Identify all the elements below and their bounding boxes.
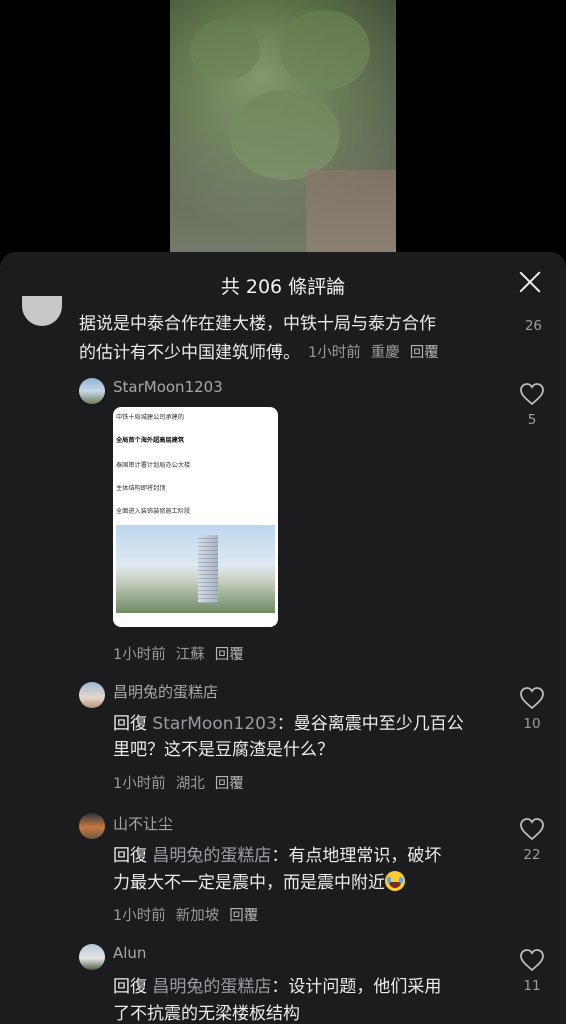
comment-location: 新加坡 — [175, 908, 220, 924]
video-preview[interactable] — [170, 0, 396, 252]
heart-outline-icon — [520, 818, 544, 841]
avatar[interactable] — [22, 296, 62, 326]
reply-button[interactable]: 回覆 — [229, 908, 258, 924]
like-button[interactable]: 5 — [510, 382, 554, 428]
comment-text: 据说是中泰合作在建大楼，中铁十局与泰方合作 — [79, 314, 436, 334]
comment-meta: 1小时前 江蘇 回覆 — [113, 643, 254, 664]
comment-location: 江蘇 — [175, 647, 205, 663]
avatar[interactable] — [79, 682, 105, 708]
like-button[interactable]: 10 — [510, 686, 554, 732]
tower — [198, 535, 218, 603]
heart-outline-icon — [520, 383, 544, 406]
comment-meta: 1小时前 湖北 回覆 — [113, 772, 254, 793]
comment-text: 回復 昌明兔的蛋糕店：有点地理常识，破坏 — [113, 846, 442, 866]
avatar[interactable] — [79, 378, 105, 404]
like-count: 5 — [527, 412, 537, 428]
comment-time: 1小时前 — [113, 908, 166, 924]
comment-location: 重慶 — [370, 345, 400, 361]
mention[interactable]: 昌明兔的蛋糕店 — [152, 846, 271, 866]
comment-time: 1小时前 — [308, 345, 361, 361]
like-button[interactable]: 22 — [510, 817, 554, 863]
image-caption-line: 全面进入装饰装修施工阶段 — [116, 508, 191, 515]
username[interactable]: 山不让尘 — [113, 813, 173, 834]
heart-outline-icon — [520, 687, 544, 710]
mention[interactable]: 昌明兔的蛋糕店 — [152, 977, 271, 997]
comment-location: 湖北 — [175, 776, 205, 792]
comment-text-cont: 了不抗震的无梁楼板结构 — [113, 1004, 300, 1024]
username[interactable]: Alun — [113, 944, 146, 962]
like-button[interactable]: 11 — [510, 948, 554, 994]
like-count: 22 — [523, 847, 541, 863]
like-count: 10 — [523, 716, 541, 732]
reply-button[interactable]: 回覆 — [215, 647, 244, 663]
comments-count-title: 共 206 條評論 — [220, 276, 346, 298]
reply-button[interactable]: 回覆 — [410, 345, 439, 361]
username[interactable]: 昌明兔的蛋糕店 — [113, 681, 218, 702]
crying-laughing-emoji-icon — [385, 871, 405, 891]
avatar[interactable] — [79, 813, 105, 839]
image-caption-line: 全局首个海外超高层建筑 — [116, 437, 185, 444]
image-caption-line: 泰国审计署计划局办公大楼 — [116, 462, 191, 469]
comment-text-cont: 里吧？这不是豆腐渣是什么？ — [113, 740, 334, 760]
comments-sheet: 共 206 條評論 据说是中泰合作在建大楼，中铁十局与泰方合作 的估计有不少中国… — [0, 252, 566, 1024]
comment-time: 1小时前 — [113, 647, 166, 663]
username[interactable]: StarMoon1203 — [113, 378, 223, 396]
comment-text-cont: 力最大不一定是震中，而是震中附近 — [113, 869, 405, 898]
like-count: 26 — [524, 318, 542, 334]
like-count: 11 — [523, 978, 541, 994]
dust-haze — [170, 0, 396, 252]
comment-meta: 1小时前 新加坡 回覆 — [113, 904, 268, 925]
reply-button[interactable]: 回覆 — [215, 776, 244, 792]
close-icon[interactable] — [518, 270, 542, 294]
comment-text: 回復 StarMoon1203：曼谷离震中至少几百公 — [113, 714, 464, 734]
comment-text: 回復 昌明兔的蛋糕店：设计问题，他们采用 — [113, 977, 442, 997]
mention[interactable]: StarMoon1203 — [152, 714, 276, 734]
building-rendering — [116, 525, 275, 613]
image-caption-line: 中铁十局城建公司承建的 — [116, 414, 185, 421]
comment-text-cont: 的估计有不少中国建筑师傅。 1小时前 重慶 回覆 — [79, 343, 439, 363]
comment-image[interactable]: 中铁十局城建公司承建的 全局首个海外超高层建筑 泰国审计署计划局办公大楼 主体结… — [113, 407, 278, 627]
image-caption-line: 主体结构即将封顶 — [116, 485, 166, 492]
comment-time: 1小时前 — [113, 776, 166, 792]
avatar[interactable] — [79, 944, 105, 970]
heart-outline-icon — [520, 949, 544, 972]
